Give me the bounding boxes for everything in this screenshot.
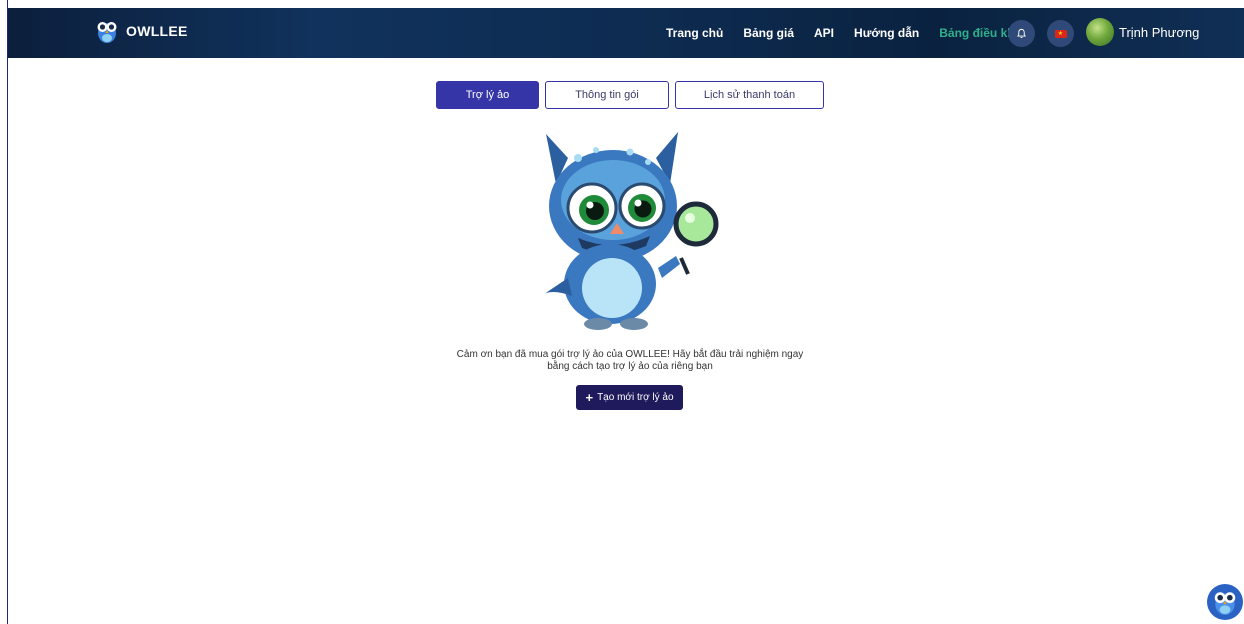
chat-widget-button[interactable]: [1207, 584, 1243, 620]
user-name: Trịnh Phương: [1119, 24, 1200, 40]
create-assistant-button[interactable]: + Tạo mới trợ lý ảo: [576, 385, 683, 410]
empty-state-message-line-2: bằng cách tạo trợ lý ảo của riêng bạn: [547, 361, 713, 372]
nav-link-pricing[interactable]: Bảng giá: [743, 26, 794, 40]
nav-links: Trang chủ Bảng giá API Hướng dẫn Bảng đi…: [666, 8, 1032, 58]
brand-name: OWLLEE: [126, 23, 188, 39]
left-border: [0, 0, 8, 624]
brand[interactable]: OWLLEE: [96, 18, 188, 44]
owl-logo-icon: [97, 22, 117, 43]
create-assistant-label: Tạo mới trợ lý ảo: [597, 392, 674, 403]
vietnam-flag-icon: ★: [1054, 29, 1067, 38]
bell-icon: [1016, 28, 1027, 38]
tab-bar: Trợ lý ảo Thông tin gói Lịch sử thanh to…: [436, 81, 824, 109]
notification-button[interactable]: [1008, 20, 1035, 47]
nav-link-home[interactable]: Trang chủ: [666, 26, 723, 40]
nav-link-api[interactable]: API: [814, 26, 834, 40]
owl-chat-icon: [1214, 592, 1236, 615]
plus-icon: +: [585, 390, 594, 405]
tab-package-info[interactable]: Thông tin gói: [545, 81, 669, 109]
nav-link-guide[interactable]: Hướng dẫn: [854, 26, 919, 40]
avatar: [1086, 18, 1114, 46]
tab-payment-history[interactable]: Lịch sử thanh toán: [675, 81, 824, 109]
top-navbar: OWLLEE Trang chủ Bảng giá API Hướng dẫn …: [8, 8, 1244, 58]
user-menu[interactable]: Trịnh Phương: [1086, 18, 1199, 46]
language-button[interactable]: ★: [1047, 20, 1074, 47]
empty-state-message-line-1: Cảm ơn bạn đã mua gói trợ lý ảo của OWLL…: [456, 349, 804, 360]
tab-virtual-assistant[interactable]: Trợ lý ảo: [436, 81, 539, 109]
empty-state-message: Cảm ơn bạn đã mua gói trợ lý ảo của OWLL…: [430, 349, 830, 373]
owl-mascot-illustration: [544, 132, 719, 330]
